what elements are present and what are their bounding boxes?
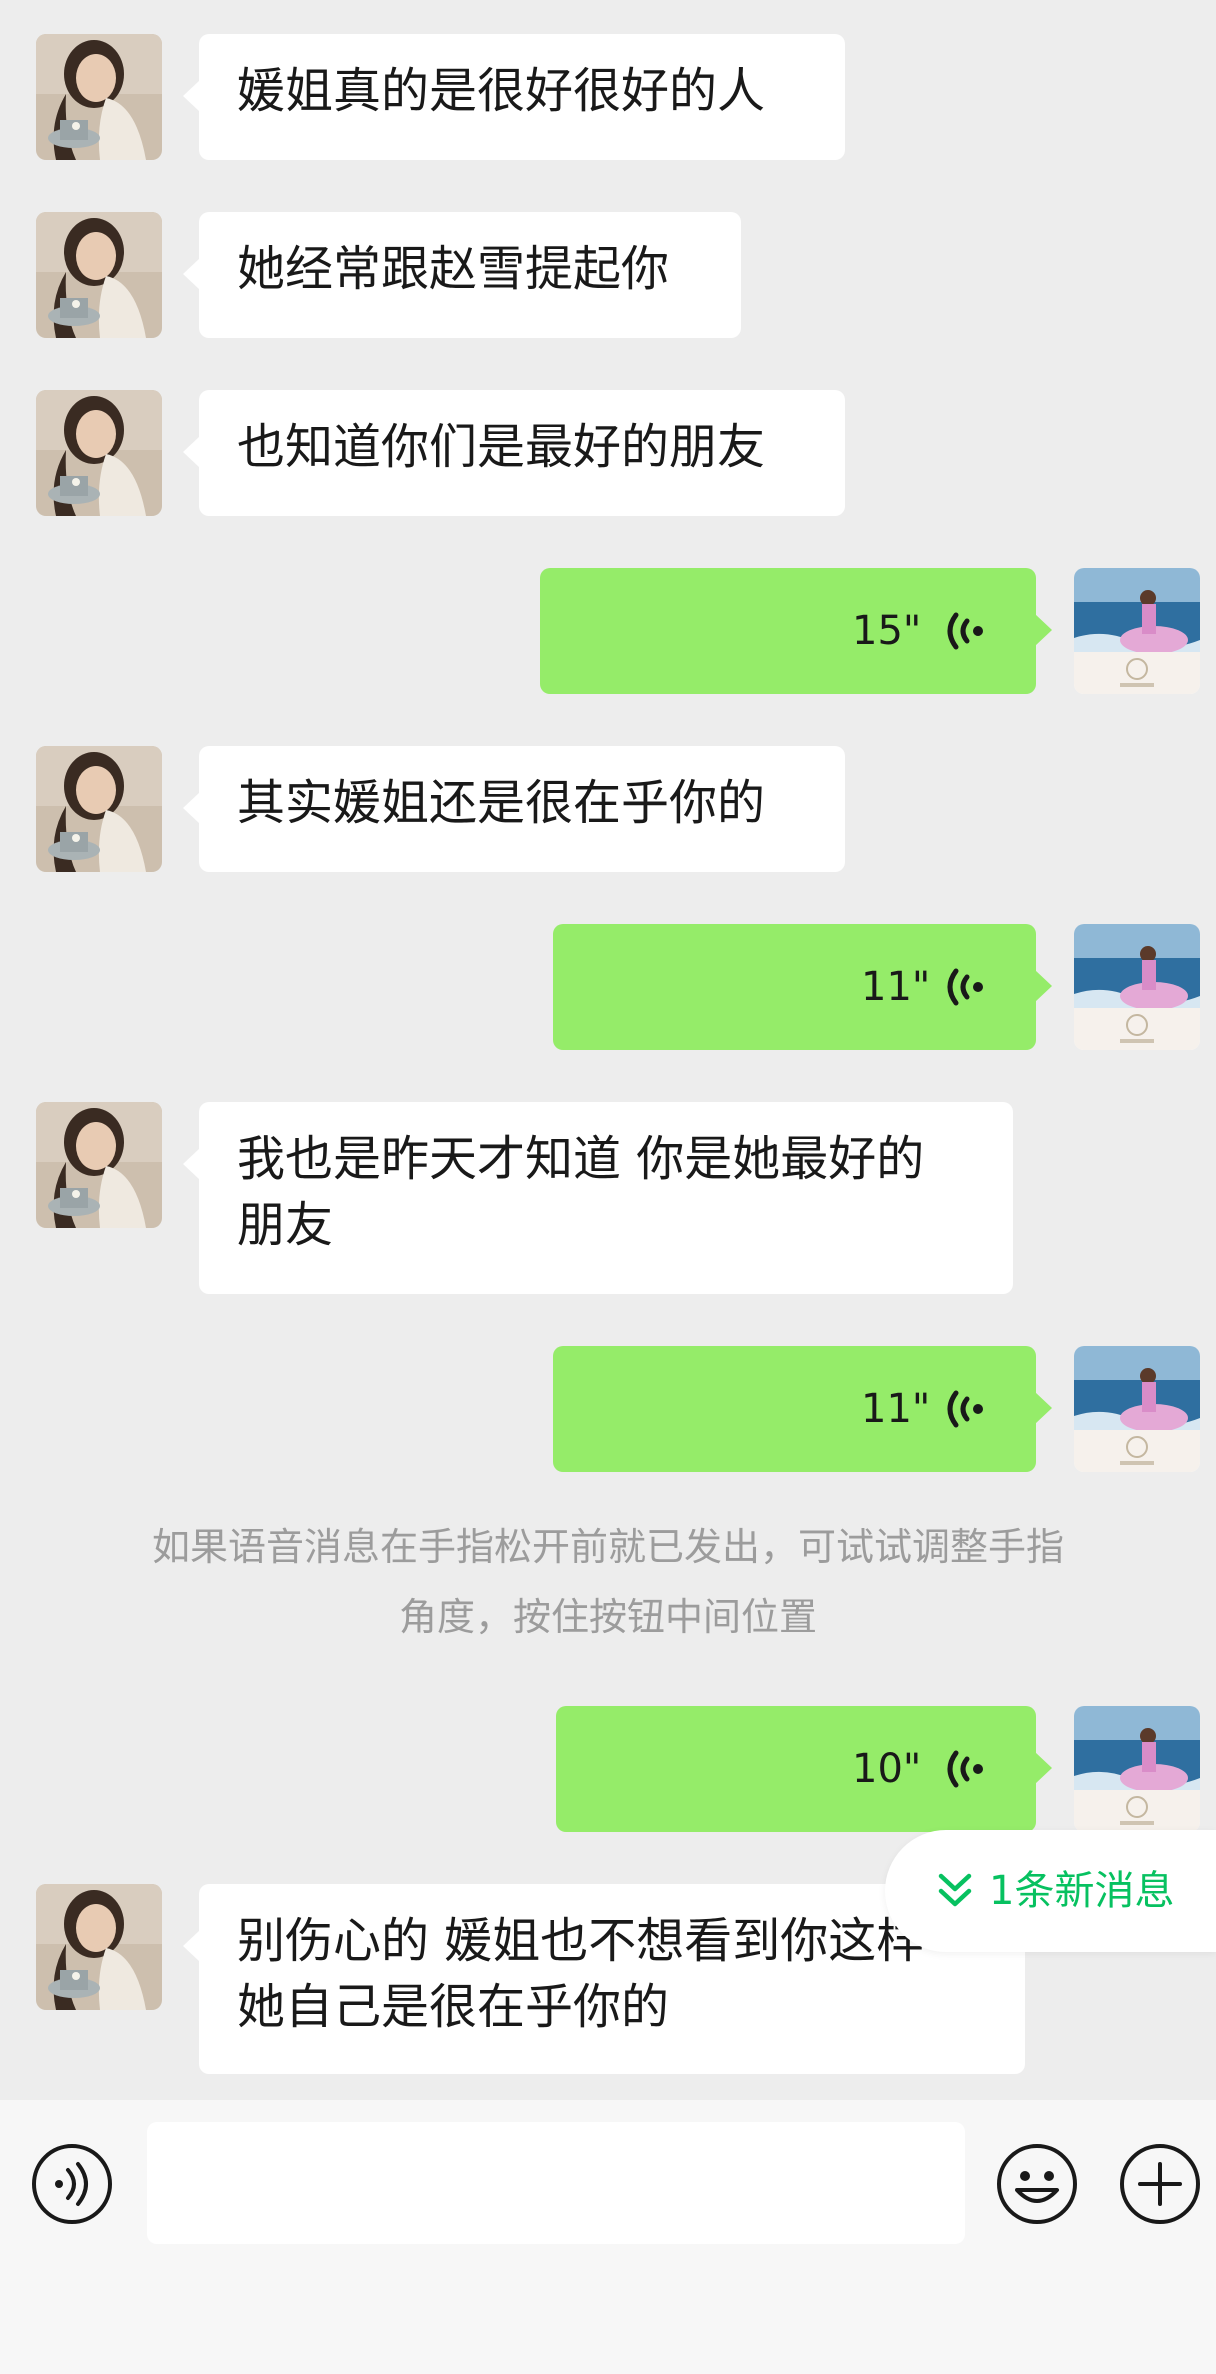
voice-input-icon[interactable] [30,2142,114,2226]
contact-avatar[interactable] [36,212,162,338]
plus-icon[interactable] [1118,2142,1202,2226]
voice-duration: 15" [852,608,922,654]
contact-avatar[interactable] [36,390,162,516]
my-avatar[interactable] [1074,1346,1200,1472]
voice-duration: 11" [861,964,931,1010]
message-text-line: 她自己是很在乎你的 [237,1979,670,2035]
my-avatar[interactable] [1074,568,1200,694]
new-message-label: 1条新消息 [989,1868,1175,1914]
outgoing-voice-bubble[interactable]: 11" [553,924,1052,1050]
new-message-pill[interactable]: 1条新消息 [885,1830,1216,1952]
message-text-line: 我也是昨天才知道 你是她最好的 [237,1131,925,1187]
contact-avatar[interactable] [36,746,162,872]
incoming-message-bubble[interactable]: 她经常跟赵雪提起你 [183,212,741,338]
system-notice-line: 如果语音消息在手指松开前就已发出，可试试调整手指 [151,1525,1064,1569]
voice-wave-icon [942,1745,990,1793]
message-text: 其实媛姐还是很在乎你的 [237,775,766,831]
message-text: 她经常跟赵雪提起你 [237,241,670,297]
my-avatar[interactable] [1074,1706,1200,1832]
contact-avatar[interactable] [36,34,162,160]
message-text-line: 别伤心的 媛姐也不想看到你这样 [237,1913,925,1969]
outgoing-voice-bubble[interactable]: 11" [553,1346,1052,1472]
message-text: 也知道你们是最好的朋友 [237,419,766,475]
voice-wave-icon [942,963,990,1011]
incoming-message-bubble[interactable]: 媛姐真的是很好很好的人 [183,34,845,160]
double-chevron-down-icon [938,1873,972,1907]
chat-input-bar [0,2100,1216,2374]
outgoing-voice-bubble[interactable]: 15" [540,568,1052,694]
incoming-message-bubble[interactable]: 其实媛姐还是很在乎你的 [183,746,845,872]
outgoing-voice-bubble[interactable]: 10" [556,1706,1052,1832]
voice-duration: 10" [852,1746,922,1792]
voice-duration: 11" [861,1386,931,1432]
message-text-line: 朋友 [237,1197,334,1253]
system-notice: 如果语音消息在手指松开前就已发出，可试试调整手指 角度，按住按钮中间位置 [90,1512,1126,1652]
voice-wave-icon [942,607,990,655]
incoming-message-bubble[interactable]: 我也是昨天才知道 你是她最好的 朋友 [183,1102,1013,1294]
message-input[interactable] [147,2122,965,2244]
my-avatar[interactable] [1074,924,1200,1050]
voice-wave-icon [942,1385,990,1433]
incoming-message-bubble[interactable]: 也知道你们是最好的朋友 [183,390,845,516]
contact-avatar[interactable] [36,1884,162,2010]
contact-avatar[interactable] [36,1102,162,1228]
system-notice-line: 角度，按住按钮中间位置 [398,1595,817,1639]
emoji-icon[interactable] [995,2142,1079,2226]
message-text: 媛姐真的是很好很好的人 [237,63,766,119]
